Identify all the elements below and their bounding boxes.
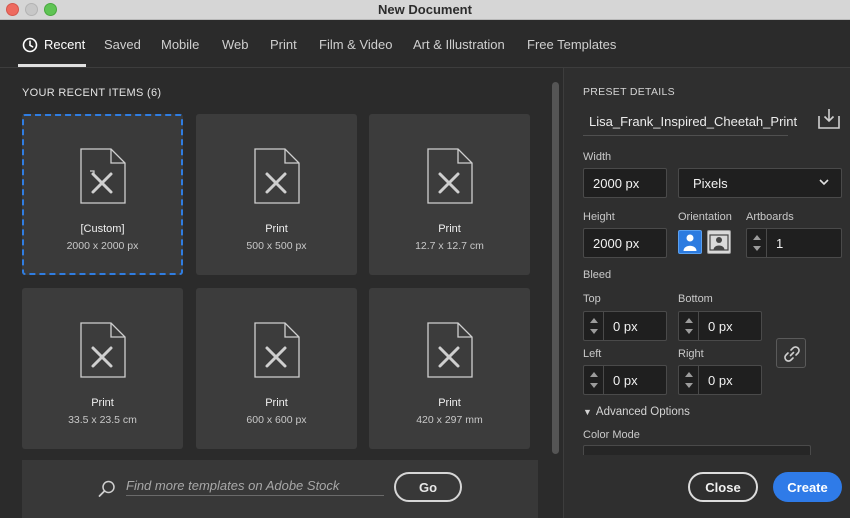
artboards-stepper-arrows[interactable]	[747, 229, 767, 257]
recent-item-card[interactable]: Print 33.5 x 23.5 cm	[22, 288, 183, 449]
tab-mobile[interactable]: Mobile	[161, 37, 199, 52]
advanced-options-label: Advanced Options	[595, 406, 690, 418]
document-icon	[254, 322, 300, 378]
recent-items-title: YOUR RECENT ITEMS	[22, 87, 144, 99]
bleed-left-stepper-arrows[interactable]	[584, 366, 604, 394]
landscape-icon	[709, 234, 729, 251]
bleed-bottom-label: Bottom	[678, 293, 713, 305]
bleed-top-stepper-arrows[interactable]	[584, 312, 604, 340]
recent-item-title: Print	[438, 397, 461, 409]
recent-item-card[interactable]: Print 600 x 600 px	[196, 288, 357, 449]
document-icon	[254, 148, 300, 204]
preset-details-heading: PRESET DETAILS	[583, 86, 675, 98]
bleed-bottom-value: 0 px	[708, 319, 733, 334]
bleed-left-field[interactable]: 0 px	[583, 365, 667, 395]
bleed-right-field[interactable]: 0 px	[678, 365, 762, 395]
width-field[interactable]: 2000 px	[583, 168, 667, 198]
recent-item-size: 33.5 x 23.5 cm	[68, 414, 137, 426]
artboards-stepper[interactable]: 1	[746, 228, 842, 258]
recent-items-count: (6)	[147, 87, 162, 99]
tab-print[interactable]: Print	[270, 37, 297, 52]
tab-recent[interactable]: Recent	[44, 37, 85, 52]
recent-item-card[interactable]: Print 12.7 x 12.7 cm	[369, 114, 530, 275]
stock-search-bar: Go	[22, 460, 538, 518]
orientation-label: Orientation	[678, 211, 732, 223]
document-icon	[427, 322, 473, 378]
document-icon	[80, 322, 126, 378]
go-button[interactable]: Go	[394, 472, 462, 502]
tab-film-video[interactable]: Film & Video	[319, 37, 392, 52]
advanced-options-toggle[interactable]: ▼ Advanced Options	[583, 406, 690, 418]
category-tabs: Recent Saved Mobile Web Print Film & Vid…	[0, 21, 850, 68]
recent-item-title: Print	[265, 397, 288, 409]
recent-item-size: 600 x 600 px	[246, 414, 307, 426]
artboards-value: 1	[776, 236, 784, 251]
link-icon	[784, 346, 800, 362]
save-preset-icon[interactable]	[818, 108, 840, 130]
close-button[interactable]: Close	[688, 472, 758, 502]
height-label: Height	[583, 211, 615, 223]
bleed-top-field[interactable]: 0 px	[583, 311, 667, 341]
recent-item-title: [Custom]	[80, 223, 125, 235]
units-value: Pixels	[693, 176, 728, 191]
recent-items-pane: YOUR RECENT ITEMS (6) [Custom] 2000 x 20…	[0, 68, 562, 518]
bleed-top-label: Top	[583, 293, 601, 305]
bleed-bottom-field[interactable]: 0 px	[678, 311, 762, 341]
recent-item-size: 500 x 500 px	[246, 240, 307, 252]
bleed-right-value: 0 px	[708, 373, 733, 388]
recent-item-title: Print	[265, 223, 288, 235]
link-bleed-button[interactable]	[776, 338, 806, 368]
tab-free-templates[interactable]: Free Templates	[527, 37, 616, 52]
active-tab-indicator	[18, 64, 86, 67]
bleed-right-stepper-arrows[interactable]	[679, 366, 699, 394]
document-icon	[427, 148, 473, 204]
height-field[interactable]: 2000 px	[583, 228, 667, 258]
recent-item-size: 2000 x 2000 px	[66, 240, 139, 252]
recent-item-card[interactable]: Print 420 x 297 mm	[369, 288, 530, 449]
color-mode-label: Color Mode	[583, 429, 640, 441]
recent-items-heading: YOUR RECENT ITEMS (6)	[22, 87, 161, 99]
recent-item-title: Print	[438, 223, 461, 235]
landscape-orientation-button[interactable]	[707, 230, 731, 254]
preset-name-field[interactable]: Lisa_Frank_Inspired_Cheetah_Print	[583, 106, 797, 136]
title-bar: New Document	[0, 0, 850, 20]
window-title: New Document	[378, 2, 472, 17]
bleed-right-label: Right	[678, 348, 704, 360]
bleed-left-label: Left	[583, 348, 602, 360]
chevron-down-icon	[819, 179, 829, 186]
bleed-label: Bleed	[583, 269, 612, 281]
bleed-left-value: 0 px	[613, 373, 638, 388]
recent-items-scrollbar[interactable]	[552, 82, 559, 454]
tab-web[interactable]: Web	[222, 37, 249, 52]
recent-item-size: 12.7 x 12.7 cm	[415, 240, 484, 252]
create-button[interactable]: Create	[773, 472, 842, 502]
recent-item-title: Print	[91, 397, 114, 409]
portrait-icon	[683, 234, 697, 251]
recent-item-size: 420 x 297 mm	[416, 414, 483, 426]
tab-art-illustration[interactable]: Art & Illustration	[413, 37, 505, 52]
portrait-orientation-button[interactable]	[678, 230, 702, 254]
color-mode-dropdown[interactable]	[583, 445, 811, 455]
preset-details-panel: PRESET DETAILS Lisa_Frank_Inspired_Cheet…	[563, 68, 850, 518]
width-label: Width	[583, 151, 612, 163]
units-dropdown[interactable]: Pixels	[678, 168, 842, 198]
artboards-label: Artboards	[746, 211, 794, 223]
chevron-down-icon: ▼	[583, 407, 592, 417]
recent-item-card[interactable]: [Custom] 2000 x 2000 px	[22, 114, 183, 275]
bleed-top-value: 0 px	[613, 319, 638, 334]
bleed-bottom-stepper-arrows[interactable]	[679, 312, 699, 340]
stock-search-input[interactable]	[126, 476, 384, 496]
tab-saved[interactable]: Saved	[104, 37, 141, 52]
clock-icon	[22, 37, 38, 53]
search-icon	[98, 480, 115, 497]
document-icon	[80, 148, 126, 204]
recent-item-card[interactable]: Print 500 x 500 px	[196, 114, 357, 275]
